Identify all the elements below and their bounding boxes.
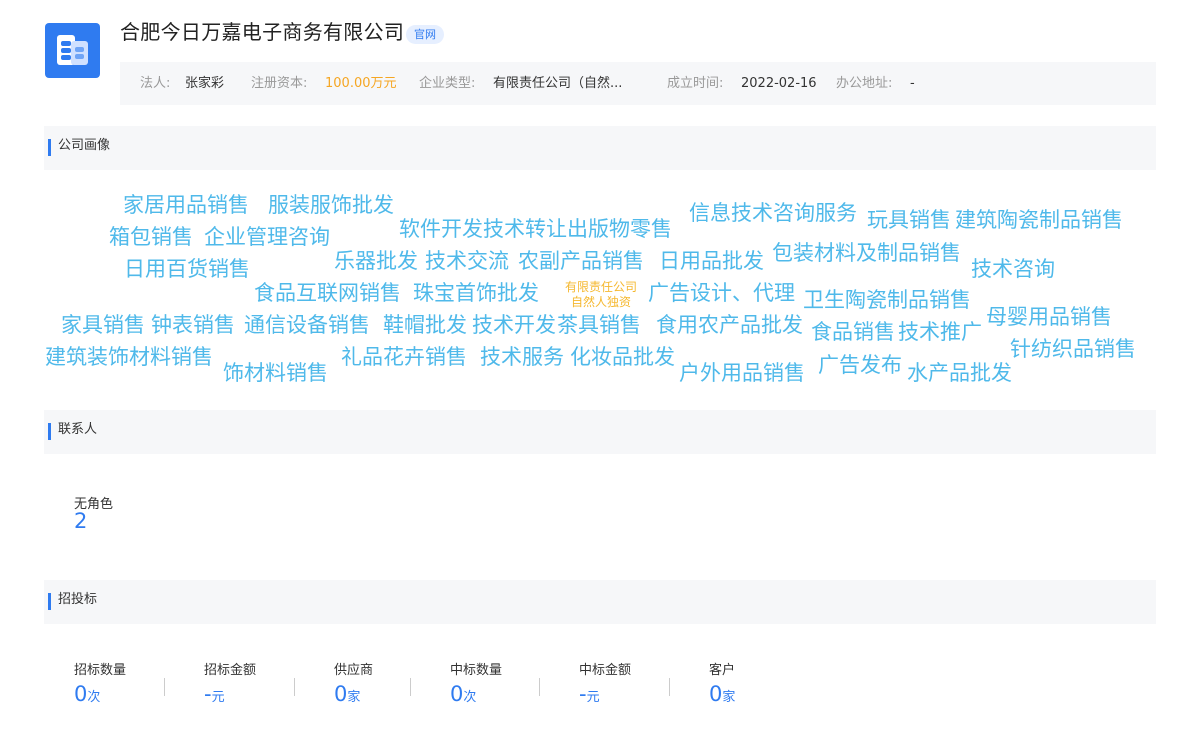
cloud-word: 包装材料及制品销售 (772, 241, 961, 265)
cloud-word: 日用百货销售 (124, 257, 250, 281)
cloud-word: 茶具销售 (557, 313, 641, 337)
section-contacts: 联系人 (44, 410, 1156, 454)
stat-tender-amount[interactable]: 招标金额 -元 (204, 662, 256, 709)
cloud-word: 珠宝首饰批发 (413, 281, 539, 305)
stat-label: 招标金额 (204, 663, 257, 678)
registered-capital-label: 注册资本: (251, 76, 308, 91)
stat-value: 0 (74, 682, 88, 706)
cloud-word: 日用品批发 (659, 249, 764, 273)
registered-capital-value: 100.00万元 (325, 76, 397, 91)
company-type-value: 有限责任公司（自然... (493, 76, 623, 91)
section-marker (48, 139, 51, 156)
cloud-word: 农副产品销售 (518, 249, 644, 273)
cloud-word: 技术转让 (483, 217, 567, 241)
stat-label: 客户 (709, 663, 736, 678)
contact-count[interactable]: 2 (74, 509, 87, 533)
cloud-word: 箱包销售 (109, 225, 193, 249)
stat-label: 中标金额 (579, 663, 632, 678)
stat-value: 0 (709, 682, 723, 706)
section-bids: 招投标 (44, 580, 1156, 624)
cloud-word: 化妆品批发 (570, 345, 675, 369)
cloud-word: 卫生陶瓷制品销售 (803, 288, 971, 312)
stat-unit: 元 (211, 690, 225, 705)
stat-unit: 次 (87, 690, 101, 705)
cloud-word: 技术交流 (425, 249, 509, 273)
cloud-word: 针纺织品销售 (1010, 337, 1136, 361)
company-type-label: 企业类型: (419, 76, 476, 91)
cloud-word: 建筑装饰材料销售 (45, 345, 213, 369)
divider (539, 678, 540, 696)
cloud-word: 户外用品销售 (679, 361, 805, 385)
office-address-label: 办公地址: (836, 76, 893, 91)
cloud-word: 食用农产品批发 (656, 313, 803, 337)
legal-person-label: 法人: (140, 76, 171, 91)
cloud-word: 企业管理咨询 (204, 225, 330, 249)
legal-person-value[interactable]: 张家彩 (185, 62, 224, 105)
stat-label: 中标数量 (450, 663, 503, 678)
cloud-word: 乐器批发 (334, 249, 418, 273)
cloud-word: 食品互联网销售 (254, 281, 401, 305)
founded-date-label: 成立时间: (667, 76, 724, 91)
section-title: 联系人 (58, 422, 98, 437)
official-site-badge[interactable]: 官网 (406, 25, 444, 44)
company-type-tag: 有限责任公司 自然人独资 (555, 280, 647, 310)
divider (294, 678, 295, 696)
stat-customers[interactable]: 客户 0家 (709, 662, 735, 709)
building-icon (71, 41, 88, 65)
business-scope-word-cloud: 家居用品销售 服装服饰批发 软件开发 技术转让 出版物零售 信息技术咨询服务 玩… (0, 0, 1200, 400)
cloud-word: 技术服务 (480, 345, 564, 369)
divider (410, 678, 411, 696)
section-company-portrait: 公司画像 (44, 126, 1156, 170)
stat-label: 招标数量 (74, 663, 127, 678)
section-marker (48, 593, 51, 610)
cloud-word: 玩具销售 (867, 208, 951, 232)
stat-unit: 家 (722, 690, 736, 705)
founded-date-value: 2022-02-16 (741, 76, 817, 91)
cloud-word: 出版物零售 (567, 217, 672, 241)
stat-suppliers[interactable]: 供应商 0家 (334, 662, 373, 709)
office-address-value: - (910, 76, 915, 91)
company-type-subline: 自然人独资 (570, 295, 631, 309)
stat-label: 供应商 (334, 663, 374, 678)
cloud-word: 通信设备销售 (244, 313, 370, 337)
section-title: 招投标 (58, 592, 98, 607)
cloud-word: 食品销售 (811, 320, 895, 344)
stat-value: - (579, 682, 587, 706)
cloud-word: 钟表销售 (151, 313, 235, 337)
company-logo (45, 23, 100, 78)
stat-tender-count[interactable]: 招标数量 0次 (74, 662, 126, 709)
cloud-word: 广告设计、代理 (648, 281, 795, 305)
stat-unit: 元 (586, 690, 600, 705)
company-info-bar: 法人: 张家彩 注册资本: 100.00万元 企业类型: 有限责任公司（自然..… (120, 62, 1156, 105)
stat-unit: 家 (347, 690, 361, 705)
divider (164, 678, 165, 696)
cloud-word: 水产品批发 (907, 361, 1012, 385)
company-name: 合肥今日万嘉电子商务有限公司 (120, 20, 405, 44)
cloud-word: 饰材料销售 (223, 361, 328, 385)
stat-value: 0 (450, 682, 464, 706)
stat-value: - (204, 682, 212, 706)
cloud-word: 软件开发 (399, 217, 483, 241)
cloud-word: 家具销售 (61, 313, 145, 337)
cloud-word: 服装服饰批发 (268, 193, 394, 217)
cloud-word: 信息技术咨询服务 (689, 201, 857, 225)
stat-award-amount[interactable]: 中标金额 -元 (579, 662, 631, 709)
cloud-word: 广告发布 (818, 353, 902, 377)
section-marker (48, 423, 51, 440)
cloud-word: 礼品花卉销售 (341, 345, 467, 369)
cloud-word: 母婴用品销售 (986, 305, 1112, 329)
stat-unit: 次 (463, 690, 477, 705)
divider (669, 678, 670, 696)
company-type-line: 有限责任公司 (564, 280, 637, 294)
cloud-word: 技术咨询 (971, 257, 1055, 281)
cloud-word: 家居用品销售 (123, 193, 249, 217)
cloud-word: 技术开发 (472, 313, 556, 337)
section-title: 公司画像 (58, 138, 111, 153)
cloud-word: 技术推广 (898, 320, 982, 344)
stat-award-count[interactable]: 中标数量 0次 (450, 662, 502, 709)
cloud-word: 建筑陶瓷制品销售 (955, 208, 1123, 232)
stat-value: 0 (334, 682, 348, 706)
cloud-word: 鞋帽批发 (383, 313, 467, 337)
